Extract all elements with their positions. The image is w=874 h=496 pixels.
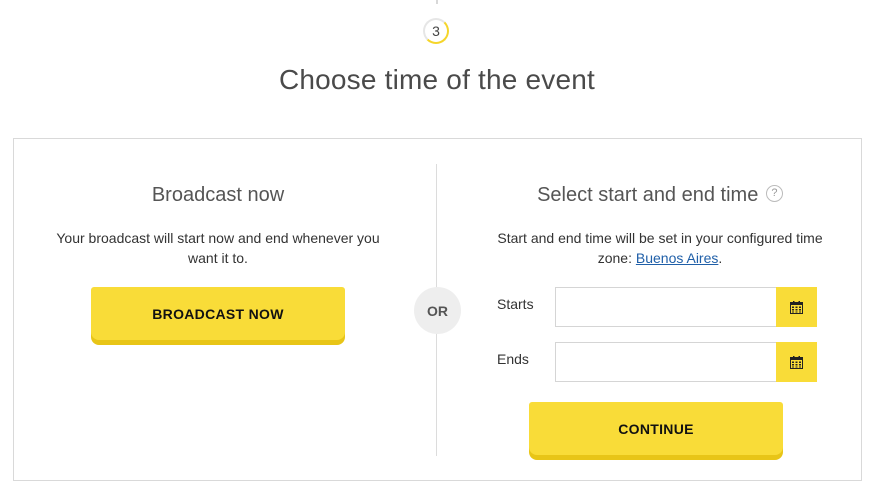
schedule-heading: Select start and end time ? bbox=[470, 184, 850, 207]
ends-label: Ends bbox=[497, 351, 529, 367]
ends-calendar-button[interactable] bbox=[776, 342, 817, 382]
starts-calendar-button[interactable] bbox=[776, 287, 817, 327]
schedule-description-end: . bbox=[718, 250, 723, 266]
broadcast-now-heading: Broadcast now bbox=[151, 184, 285, 206]
schedule-heading-text: Select start and end time bbox=[537, 184, 759, 206]
step-indicator: 3 bbox=[423, 18, 449, 44]
starts-input[interactable] bbox=[556, 288, 776, 326]
starts-label: Starts bbox=[497, 296, 534, 312]
broadcast-now-button[interactable]: BROADCAST NOW bbox=[91, 287, 345, 340]
calendar-icon bbox=[790, 300, 803, 314]
schedule-description: Start and end time will be set in your c… bbox=[490, 228, 830, 268]
calendar-icon bbox=[790, 355, 803, 369]
broadcast-now-description: Your broadcast will start now and end wh… bbox=[56, 230, 380, 266]
help-icon[interactable]: ? bbox=[765, 185, 783, 203]
timezone-link[interactable]: Buenos Aires bbox=[636, 250, 719, 266]
page-title: Choose time of the event bbox=[278, 64, 596, 95]
ends-input[interactable] bbox=[556, 343, 776, 381]
step-connector bbox=[436, 0, 438, 4]
continue-button[interactable]: CONTINUE bbox=[529, 402, 783, 455]
starts-field bbox=[555, 287, 817, 327]
or-separator: OR bbox=[414, 287, 461, 334]
step-number: 3 bbox=[432, 23, 440, 39]
ends-field bbox=[555, 342, 817, 382]
